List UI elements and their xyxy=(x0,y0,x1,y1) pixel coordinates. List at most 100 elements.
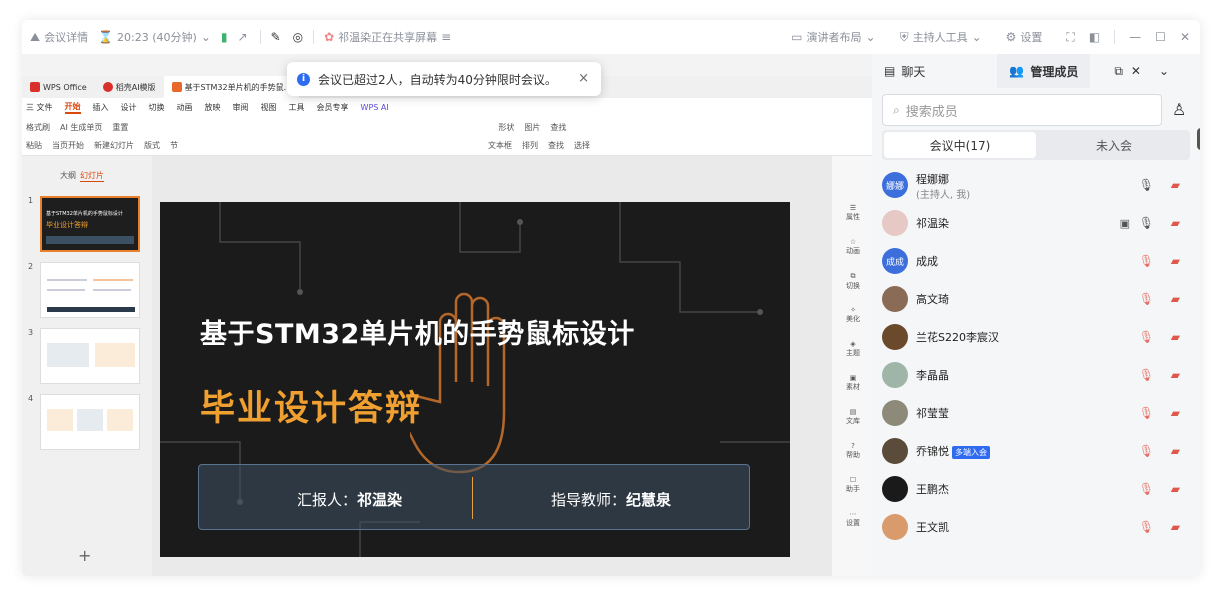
menu-design[interactable]: 设计 xyxy=(121,102,137,113)
select-button[interactable]: 选择 xyxy=(574,140,590,151)
member-row[interactable]: 成成 成成 🎙 ▰ xyxy=(872,242,1200,280)
ai-page-button[interactable]: AI 生成单页 xyxy=(60,122,102,133)
menu-insert[interactable]: 插入 xyxy=(93,102,109,113)
menu-animation[interactable]: 动画 xyxy=(177,102,193,113)
member-row[interactable]: 娜娜 程娜娜 (主持人, 我) 🎙 ▰ xyxy=(872,166,1200,204)
menu-slideshow[interactable]: 放映 xyxy=(205,102,221,113)
paste-button[interactable]: 粘贴 xyxy=(26,140,42,151)
camera-off-icon[interactable]: ▰ xyxy=(1171,292,1180,306)
member-row[interactable]: 祁莹莹 🎙 ▰ xyxy=(872,394,1200,432)
section-button[interactable]: 节 xyxy=(170,140,178,151)
hide-icon[interactable]: ◎ xyxy=(293,31,303,43)
member-row[interactable]: 乔锦悦 多端入会 🎙 ▰ xyxy=(872,432,1200,470)
tab-outline[interactable]: 大纲 xyxy=(60,170,76,182)
mic-muted-icon[interactable]: 🎙 xyxy=(1139,292,1154,306)
menu-file[interactable]: 三 文件 xyxy=(26,102,53,113)
slide-thumbnail-4[interactable] xyxy=(40,394,140,450)
member-row[interactable]: 王文凯 🎙 ▰ xyxy=(872,508,1200,546)
camera-off-icon[interactable]: ▰ xyxy=(1171,406,1180,420)
camera-off-icon[interactable]: ▰ xyxy=(1171,254,1180,268)
member-row[interactable]: 祁温染 ▣ 🎙 ▰ xyxy=(872,204,1200,242)
menu-transition[interactable]: 切换 xyxy=(149,102,165,113)
member-search-input[interactable]: ⌕ 搜索成员 xyxy=(882,94,1162,126)
camera-off-icon[interactable]: ▰ xyxy=(1171,368,1180,382)
tool-beautify[interactable]: ✧ 美化 xyxy=(842,306,864,324)
mic-on-icon[interactable]: 🎙 xyxy=(1139,216,1154,230)
camera-off-icon[interactable]: ▰ xyxy=(1171,216,1180,230)
external-icon[interactable]: ↗ xyxy=(238,31,248,43)
format-painter-button[interactable]: 格式刷 xyxy=(26,122,50,133)
timer-button[interactable]: ⌛ 20:23 (40分钟) ⌄ xyxy=(98,29,211,45)
slide-thumbnail-3[interactable] xyxy=(40,328,140,384)
sidebar-toggle-icon[interactable]: ◧ xyxy=(1089,31,1100,43)
slide-thumbnail-1[interactable]: 基于STM32单片机的手势鼠标设计 毕业设计答辩 xyxy=(40,196,140,252)
menu-wps-ai[interactable]: WPS AI xyxy=(361,103,389,112)
minimize-icon[interactable]: — xyxy=(1129,31,1141,43)
textbox-button[interactable]: 文本框 xyxy=(488,140,512,151)
settings-button[interactable]: ⚙ 设置 xyxy=(1006,29,1043,45)
tab-slides[interactable]: 幻灯片 xyxy=(80,170,104,182)
menu-tools[interactable]: 工具 xyxy=(289,102,305,113)
tool-settings[interactable]: ⋯ 设置 xyxy=(842,510,864,528)
camera-off-icon[interactable]: ▰ xyxy=(1171,482,1180,496)
member-row[interactable]: 李晶晶 🎙 ▰ xyxy=(872,356,1200,394)
meeting-info-button[interactable]: ⛰ 会议详情 xyxy=(30,29,88,45)
slide-thumbnail-2[interactable] xyxy=(40,262,140,318)
camera-off-icon[interactable]: ▰ xyxy=(1171,330,1180,344)
tab-members[interactable]: 👥 管理成员 xyxy=(997,54,1091,88)
find-button-2[interactable]: 查找 xyxy=(548,140,564,151)
tab-document[interactable]: 基于STM32单片机的手势鼠... xyxy=(163,76,300,98)
menu-member[interactable]: 会员专享 xyxy=(317,102,349,113)
add-slide-button[interactable]: + xyxy=(78,546,91,565)
collapse-panel-button[interactable]: ‹ xyxy=(1197,128,1200,150)
menu-view[interactable]: 视图 xyxy=(261,102,277,113)
layout-button[interactable]: 版式 xyxy=(144,140,160,151)
menu-home[interactable]: 开始 xyxy=(64,101,81,114)
mic-muted-icon[interactable]: 🎙 xyxy=(1139,520,1154,534)
mic-muted-icon[interactable]: 🎙 xyxy=(1139,444,1154,458)
reset-button[interactable]: 重置 xyxy=(112,122,128,133)
panel-close-icon[interactable]: ✕ xyxy=(1131,65,1141,77)
tool-property[interactable]: ☰ 属性 xyxy=(842,204,864,222)
camera-off-icon[interactable]: ▰ xyxy=(1171,520,1180,534)
tab-wps-office[interactable]: WPS Office xyxy=(22,76,95,98)
tool-library[interactable]: ▤ 文库 xyxy=(842,408,864,426)
camera-off-icon[interactable]: ▰ xyxy=(1171,444,1180,458)
tool-material[interactable]: ▣ 素材 xyxy=(842,374,864,392)
tool-assistant[interactable]: ☐ 助手 xyxy=(842,476,864,494)
camera-off-icon[interactable]: ▰ xyxy=(1171,178,1180,192)
menu-review[interactable]: 审阅 xyxy=(233,102,249,113)
tool-help[interactable]: ? 帮助 xyxy=(842,442,864,460)
tool-animation[interactable]: ☆ 动画 xyxy=(842,238,864,256)
tab-not-joined[interactable]: 未入会 xyxy=(1038,130,1190,160)
member-row[interactable]: 高文琦 🎙 ▰ xyxy=(872,280,1200,318)
close-icon[interactable]: ✕ xyxy=(1180,31,1190,43)
annotate-icon[interactable]: ✎ xyxy=(271,31,281,43)
mic-muted-icon[interactable]: 🎙 xyxy=(1139,406,1154,420)
popout-icon[interactable]: ⧉ xyxy=(1114,65,1123,77)
chevron-down-icon[interactable]: ⌄ xyxy=(1159,65,1169,77)
shape-button[interactable]: 形状 xyxy=(498,122,514,133)
picture-button[interactable]: 图片 xyxy=(524,122,540,133)
tool-theme[interactable]: ◈ 主题 xyxy=(842,340,864,358)
mic-muted-icon[interactable]: 🎙 xyxy=(1139,482,1154,496)
mic-muted-icon[interactable]: 🎙 xyxy=(1139,330,1154,344)
maximize-icon[interactable]: ☐ xyxy=(1155,31,1166,43)
member-row[interactable]: 兰花S220李宸汉 🎙 ▰ xyxy=(872,318,1200,356)
toast-close-button[interactable]: × xyxy=(578,71,589,86)
tab-in-meeting[interactable]: 会议中(17) xyxy=(884,132,1036,158)
tab-chat[interactable]: ▤ 聊天 xyxy=(872,54,937,88)
find-button[interactable]: 查找 xyxy=(550,122,566,133)
host-tools-button[interactable]: ⛨ 主持人工具 ⌄ xyxy=(900,29,982,45)
tab-ai-template[interactable]: 稻壳AI模版 xyxy=(95,76,164,98)
slide-canvas[interactable]: 基于STM32单片机的手势鼠标设计 毕业设计答辩 汇报人：祁温染 指导教师：纪慧… xyxy=(160,202,790,557)
member-row[interactable]: 王鹏杰 🎙 ▰ xyxy=(872,470,1200,508)
play-current-button[interactable]: 当页开始 xyxy=(52,140,84,151)
presenter-layout-button[interactable]: ▭ 演讲者布局 ⌄ xyxy=(791,29,875,45)
mic-on-icon[interactable]: 🎙 xyxy=(1139,178,1154,192)
tool-transition[interactable]: ⧉ 切换 xyxy=(842,272,864,291)
mic-muted-icon[interactable]: 🎙 xyxy=(1139,368,1154,382)
fullscreen-icon[interactable]: ⛶ xyxy=(1066,31,1074,43)
invite-icon[interactable]: ♙ xyxy=(1172,102,1186,118)
arrange-button[interactable]: 排列 xyxy=(522,140,538,151)
